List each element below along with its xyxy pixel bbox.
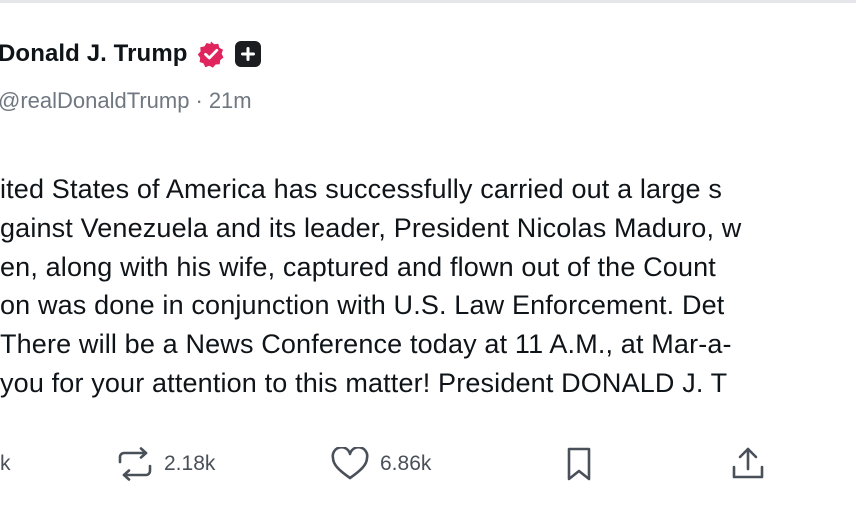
action-bar: k 2.18k 6.86k: [0, 440, 856, 488]
top-divider: [0, 0, 856, 3]
share-icon: [729, 445, 767, 483]
repost-icon: [116, 447, 154, 481]
plus-badge-icon: [234, 41, 261, 67]
bookmark-icon: [563, 446, 595, 482]
reply-button[interactable]: k: [0, 440, 11, 488]
reply-count: k: [0, 452, 11, 475]
post-text-line: on was done in conjunction with U.S. Law…: [0, 290, 725, 321]
post-text-line: you for your attention to this matter! P…: [0, 367, 728, 398]
author-handle[interactable]: @realDonaldTrump: [0, 88, 189, 113]
meta-separator: ·: [195, 88, 203, 113]
post-text-line: There will be a News Conference today at…: [0, 329, 732, 360]
bookmark-button[interactable]: [563, 440, 595, 488]
author-display-name[interactable]: Donald J. Trump: [0, 40, 188, 68]
verified-badge-icon: [197, 40, 225, 68]
heart-icon: [330, 447, 370, 481]
repost-button[interactable]: 2.18k: [116, 440, 215, 488]
post-text-line: en, along with his wife, captured and fl…: [0, 251, 716, 282]
post-text-line: ited States of America has successfully …: [0, 174, 722, 204]
like-count: 6.86k: [380, 452, 432, 475]
post-text-line: gainst Venezuela and its leader, Preside…: [0, 212, 742, 243]
like-button[interactable]: 6.86k: [330, 440, 431, 488]
post-card: Donald J. Trump @realDonaldTrump · 21m ite…: [0, 0, 856, 511]
repost-count: 2.18k: [164, 452, 216, 475]
post-body: ited States of America has successfully …: [0, 170, 742, 403]
share-button[interactable]: [729, 440, 767, 488]
post-timestamp[interactable]: 21m: [209, 88, 252, 113]
post-header: Donald J. Trump: [0, 40, 261, 68]
author-meta: @realDonaldTrump · 21m: [0, 88, 252, 114]
